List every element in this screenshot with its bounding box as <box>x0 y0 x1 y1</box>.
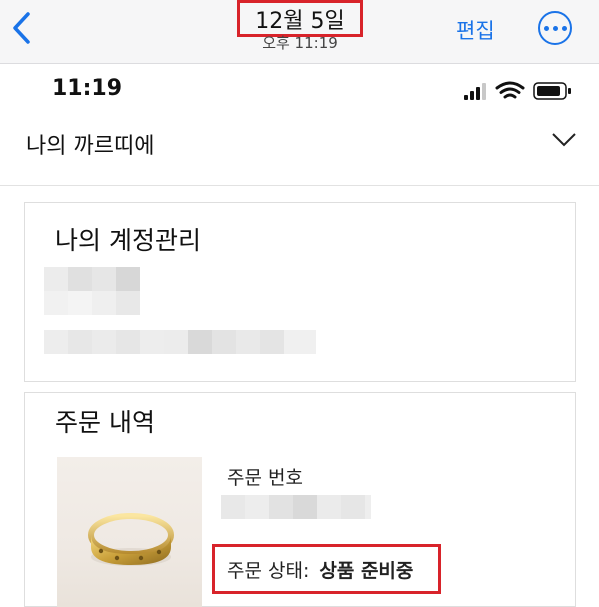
ring-image <box>88 513 174 566</box>
edit-button[interactable]: 편집 <box>456 15 495 45</box>
order-card-title[interactable]: 주문 내역 <box>55 403 155 439</box>
blurred-account-name <box>44 267 140 319</box>
blurred-order-number <box>221 495 371 521</box>
battery-icon <box>533 82 571 100</box>
order-number-label: 주문 번호 <box>227 467 303 489</box>
account-card-title[interactable]: 나의 계정관리 <box>55 221 201 257</box>
photo-time: 오후 11:19 <box>262 34 338 52</box>
photo-date: 12월 5일 <box>237 0 363 37</box>
back-button[interactable] <box>8 10 38 46</box>
header-divider <box>0 185 599 186</box>
order-status-label: 주문 상태: <box>227 559 310 582</box>
account-management-card: 나의 계정관리 <box>24 202 576 382</box>
order-status-value: 상품 준비중 <box>319 559 414 582</box>
chevron-down-icon[interactable] <box>551 132 577 148</box>
more-button[interactable] <box>538 11 572 45</box>
order-status: 주문 상태: 상품 준비중 <box>212 544 441 594</box>
my-cartier-menu-title[interactable]: 나의 까르띠에 <box>26 128 154 160</box>
order-history-card: 주문 내역 주문 번호 주문 상태: 상품 준비중 <box>24 392 576 607</box>
more-icon <box>543 25 549 31</box>
status-bar-time: 11:19 <box>52 76 123 101</box>
photo-viewer-header: 12월 5일 오후 11:19 편집 <box>0 0 599 64</box>
product-image[interactable] <box>57 457 202 607</box>
signal-icon <box>464 83 486 100</box>
status-bar-icons <box>464 81 571 100</box>
back-chevron-icon <box>13 12 30 44</box>
blurred-account-email <box>44 330 316 356</box>
wifi-icon <box>495 81 525 99</box>
